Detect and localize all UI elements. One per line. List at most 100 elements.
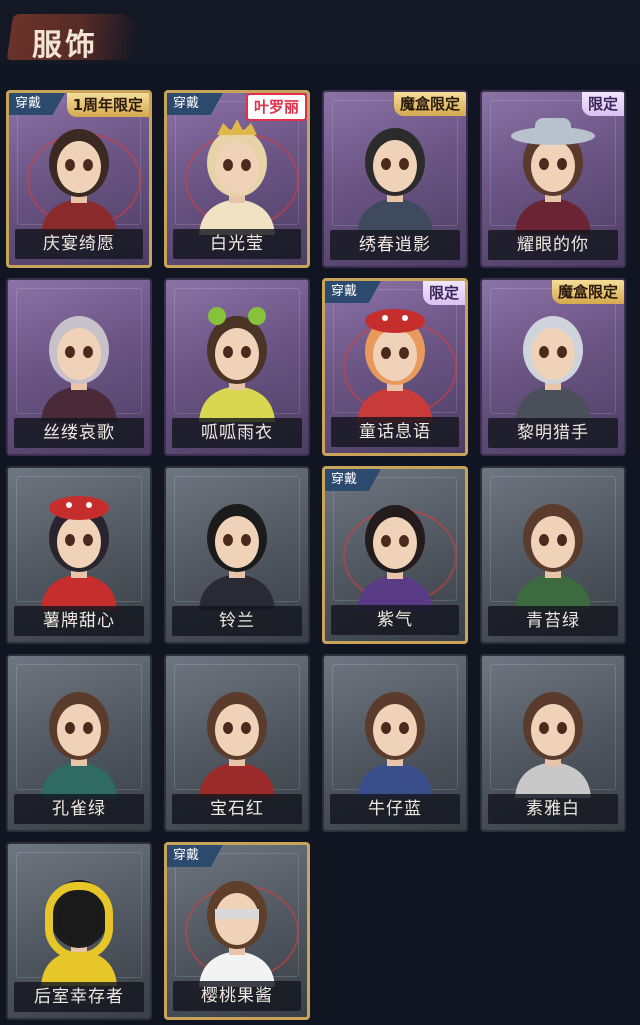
portrait-eye-right <box>241 159 251 171</box>
portrait-eye-left <box>381 722 391 734</box>
portrait-eye-left <box>223 159 233 171</box>
portrait-outfit <box>515 762 591 798</box>
portrait-eye-right <box>399 535 409 547</box>
costume-card[interactable]: 素雅白 <box>480 654 626 832</box>
portrait-face <box>57 892 101 944</box>
portrait-eye-left <box>539 722 549 734</box>
mushroom-hat-portrait <box>41 496 117 610</box>
costume-name: 后室幸存者 <box>14 982 144 1012</box>
costume-card[interactable]: 穿戴 樱桃果酱 <box>164 842 310 1020</box>
portrait-outfit <box>515 574 591 610</box>
portrait-eye-right <box>241 722 251 734</box>
costume-card[interactable]: 牛仔蓝 <box>322 654 468 832</box>
costume-name: 青苔绿 <box>488 606 618 636</box>
portrait-eye-right <box>83 534 93 546</box>
blue-outfit-portrait <box>357 692 433 798</box>
portrait-eye-right <box>557 534 567 546</box>
costume-card[interactable]: 孔雀绿 <box>6 654 152 832</box>
cowboy-hat-portrait <box>511 118 595 234</box>
costume-card[interactable]: 丝缕哀歌 <box>6 278 152 456</box>
swordsman-portrait <box>357 128 433 234</box>
costume-card[interactable]: 限定 耀眼的你 <box>480 90 626 268</box>
portrait-face <box>57 328 101 380</box>
costume-name: 呱呱雨衣 <box>172 418 302 448</box>
portrait-cap-spot <box>382 315 388 321</box>
portrait-eye-left <box>65 346 75 358</box>
portrait-eye-left <box>65 534 75 546</box>
portrait-eye-right <box>557 346 567 358</box>
costume-name: 童话息语 <box>331 417 459 447</box>
red-outfit-portrait <box>199 692 275 798</box>
costume-name: 丝缕哀歌 <box>14 418 144 448</box>
portrait-face <box>57 141 101 193</box>
portrait-eye-right <box>557 158 567 170</box>
costume-card[interactable]: 青苔绿 <box>480 466 626 644</box>
portrait-mushroom-cap <box>365 309 425 333</box>
portrait-eye-left <box>65 159 75 171</box>
costume-grid: 穿戴 1周年限定 庆宴绮愿 穿戴 叶罗丽 白光莹 魔盒限定 绣春逍影 限定 耀眼的你 丝缕哀歌 呱呱雨… <box>0 0 640 1025</box>
costume-card[interactable]: 穿戴 叶罗丽 白光莹 <box>164 90 310 268</box>
rarity-tag: 魔盒限定 <box>393 92 466 116</box>
costume-card[interactable]: 宝石红 <box>164 654 310 832</box>
portrait-face <box>531 328 575 380</box>
costume-card[interactable]: 魔盒限定绣春逍影 <box>322 90 468 268</box>
portrait-cap-spot <box>402 315 408 321</box>
portrait-eye-right <box>557 722 567 734</box>
portrait-outfit <box>515 198 591 234</box>
costume-name: 绣春逍影 <box>330 230 460 260</box>
portrait-crown <box>217 119 257 135</box>
costume-card[interactable]: 铃兰 <box>164 466 310 644</box>
costume-card[interactable]: 穿戴 1周年限定 庆宴绮愿 <box>6 90 152 268</box>
rarity-tag: 叶罗丽 <box>245 93 307 121</box>
costume-card[interactable]: 呱呱雨衣 <box>164 278 310 456</box>
rarity-tag: 1周年限定 <box>66 93 149 117</box>
crown-portrait <box>199 119 275 235</box>
portrait-outfit <box>515 386 591 422</box>
portrait-outfit <box>357 198 433 234</box>
hunter-portrait <box>515 316 591 422</box>
costume-name: 牛仔蓝 <box>330 794 460 824</box>
costume-name: 黎明猎手 <box>488 418 618 448</box>
rarity-tag: 限定 <box>422 281 465 305</box>
portrait-face <box>57 704 101 756</box>
portrait-eye-left <box>381 535 391 547</box>
portrait-eye-right <box>399 158 409 170</box>
frog-hat-portrait <box>199 307 275 422</box>
portrait-eye-left <box>223 722 233 734</box>
portrait-eye-left <box>223 346 233 358</box>
portrait-outfit <box>199 386 275 422</box>
costume-card[interactable]: 薯牌甜心 <box>6 466 152 644</box>
costume-name: 樱桃果酱 <box>173 981 301 1011</box>
portrait-eye-left <box>539 534 549 546</box>
costume-card[interactable]: 魔盒限定黎明猎手 <box>480 278 626 456</box>
portrait-face <box>373 329 417 381</box>
portrait-outfit <box>41 574 117 610</box>
rarity-tag: 魔盒限定 <box>551 280 624 304</box>
portrait-frog-eye-right <box>248 307 266 325</box>
portrait-face <box>373 704 417 756</box>
teal-outfit-portrait <box>41 692 117 798</box>
portrait-eye-left <box>223 534 233 546</box>
white-outfit-portrait <box>515 692 591 798</box>
portrait-outfit <box>199 762 275 798</box>
costume-name: 宝石红 <box>172 794 302 824</box>
portrait-face <box>215 516 259 568</box>
costume-name: 庆宴绮愿 <box>15 229 143 259</box>
costume-card[interactable]: 后室幸存者 <box>6 842 152 1020</box>
costume-card[interactable]: 穿戴 限定 童话息语 <box>322 278 468 456</box>
portrait-cap-spot <box>66 502 72 508</box>
costume-name: 薯牌甜心 <box>14 606 144 636</box>
green-outfit-portrait <box>515 504 591 610</box>
portrait-hat-crown <box>535 118 571 138</box>
portrait-eye-right <box>83 722 93 734</box>
costume-name: 紫气 <box>331 605 459 635</box>
portrait-eye-right <box>241 346 251 358</box>
portrait-eye-right <box>83 159 93 171</box>
portrait-outfit <box>357 762 433 798</box>
portrait-eye-left <box>381 158 391 170</box>
portrait-eye-right <box>399 347 409 359</box>
gas-mask-portrait <box>41 880 117 986</box>
braid-portrait <box>357 505 433 611</box>
costume-card[interactable]: 穿戴 紫气 <box>322 466 468 644</box>
portrait-face <box>215 141 259 193</box>
